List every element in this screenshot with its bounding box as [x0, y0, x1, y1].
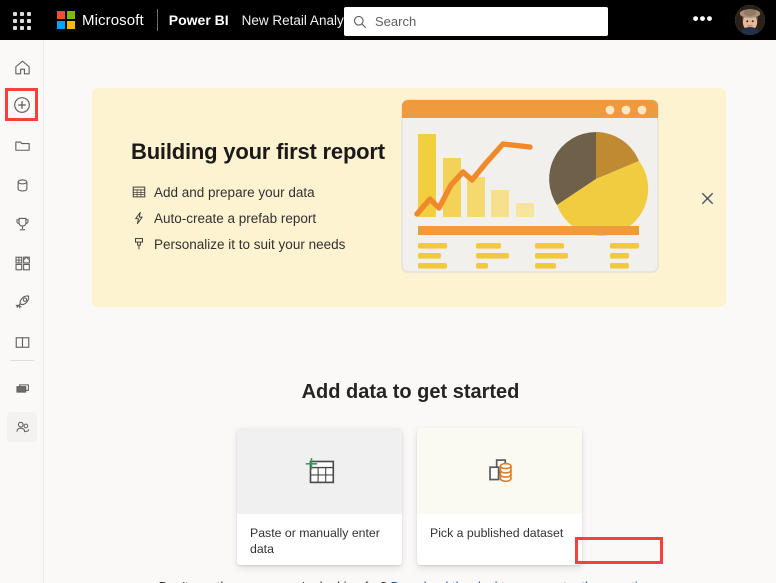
left-navigation-rail	[0, 40, 44, 583]
plus-circle-icon	[14, 97, 30, 113]
close-x-icon	[701, 192, 713, 204]
avatar[interactable]	[735, 5, 765, 35]
card-icon-area	[417, 428, 582, 514]
sidebar-item-home[interactable]	[7, 52, 37, 82]
apps-grid-icon	[14, 256, 30, 270]
book-icon	[15, 336, 29, 348]
download-desktop-app-link[interactable]: Download the desktop app	[391, 579, 545, 583]
table-plus-icon	[305, 458, 334, 484]
artifact-name[interactable]: New Retail Analysis	[242, 13, 361, 28]
banner-close-button[interactable]	[693, 184, 721, 212]
list-item-label: Personalize it to suit your needs	[154, 236, 346, 252]
rocket-icon	[14, 294, 29, 308]
sidebar-item-goals[interactable]	[7, 209, 37, 239]
paintbrush-icon	[130, 237, 148, 251]
sidebar-item-workspaces[interactable]	[7, 373, 37, 403]
product-name-power-bi[interactable]: Power BI	[169, 12, 229, 28]
these-options-link[interactable]: these options	[581, 579, 658, 583]
sidebar-item-browse[interactable]	[7, 130, 37, 160]
list-item-label: Add and prepare your data	[154, 184, 315, 200]
main-content-area: Building your first report Add and prepa…	[45, 40, 776, 583]
sidebar-item-shared-with-me[interactable]	[7, 412, 37, 442]
onboarding-banner: Building your first report Add and prepa…	[92, 88, 726, 307]
sidebar-item-apps[interactable]	[7, 248, 37, 278]
footer-prefix: Don't see the source you're looking for?	[159, 579, 391, 583]
card-label: Paste or manually enter data	[250, 526, 380, 556]
page-title: Add data to get started	[301, 381, 520, 403]
these-options-annotation-highlight	[575, 537, 663, 564]
footer-suffix: .	[659, 579, 663, 583]
app-launcher-waffle-icon[interactable]	[13, 11, 31, 30]
sidebar-item-learn[interactable]	[7, 327, 37, 357]
card-label: Pick a published dataset	[430, 526, 564, 540]
list-item: Auto-create a prefab report	[130, 207, 430, 229]
table-icon	[130, 185, 148, 199]
footer-middle: or try	[545, 579, 582, 583]
search-box[interactable]	[344, 7, 608, 36]
microsoft-squares-icon	[57, 11, 75, 29]
top-navigation-bar: Microsoft Power BI New Retail Analysis •…	[0, 0, 776, 40]
people-icon	[15, 421, 29, 432]
list-item: Personalize it to suit your needs	[130, 233, 430, 255]
search-icon	[353, 15, 367, 28]
dataset-icon	[488, 459, 512, 483]
banner-title: Building your first report	[131, 139, 385, 164]
trophy-icon	[15, 217, 29, 230]
banner-bullet-list: Add and prepare your data Auto-create a …	[130, 181, 430, 259]
card-paste-or-manually-enter-data[interactable]: Paste or manually enter data	[237, 428, 402, 565]
folder-icon	[14, 141, 30, 151]
footer-help-text: Don't see the source you're looking for?…	[45, 579, 776, 583]
database-icon	[17, 178, 27, 191]
report-illustration	[401, 99, 659, 273]
sidebar-item-onelake-data-hub[interactable]	[7, 170, 37, 200]
home-icon	[14, 60, 30, 74]
microsoft-logo[interactable]: Microsoft	[57, 11, 144, 29]
list-item-label: Auto-create a prefab report	[154, 210, 317, 226]
lightning-bolt-icon	[130, 211, 148, 225]
rail-divider	[10, 360, 34, 361]
topbar-more-button[interactable]: •••	[692, 10, 714, 30]
topbar-divider	[156, 9, 158, 31]
list-item: Add and prepare your data	[130, 181, 430, 203]
card-icon-area	[237, 428, 402, 514]
microsoft-label: Microsoft	[82, 11, 144, 29]
card-pick-a-published-dataset[interactable]: Pick a published dataset	[417, 428, 582, 565]
power-bi-create-page: Microsoft Power BI New Retail Analysis •…	[0, 0, 776, 583]
avatar-image	[735, 5, 765, 35]
search-input[interactable]	[375, 14, 580, 29]
workspaces-stack-icon	[15, 383, 29, 393]
sidebar-item-create[interactable]	[7, 90, 37, 120]
sidebar-item-deployment-pipelines[interactable]	[7, 287, 37, 317]
